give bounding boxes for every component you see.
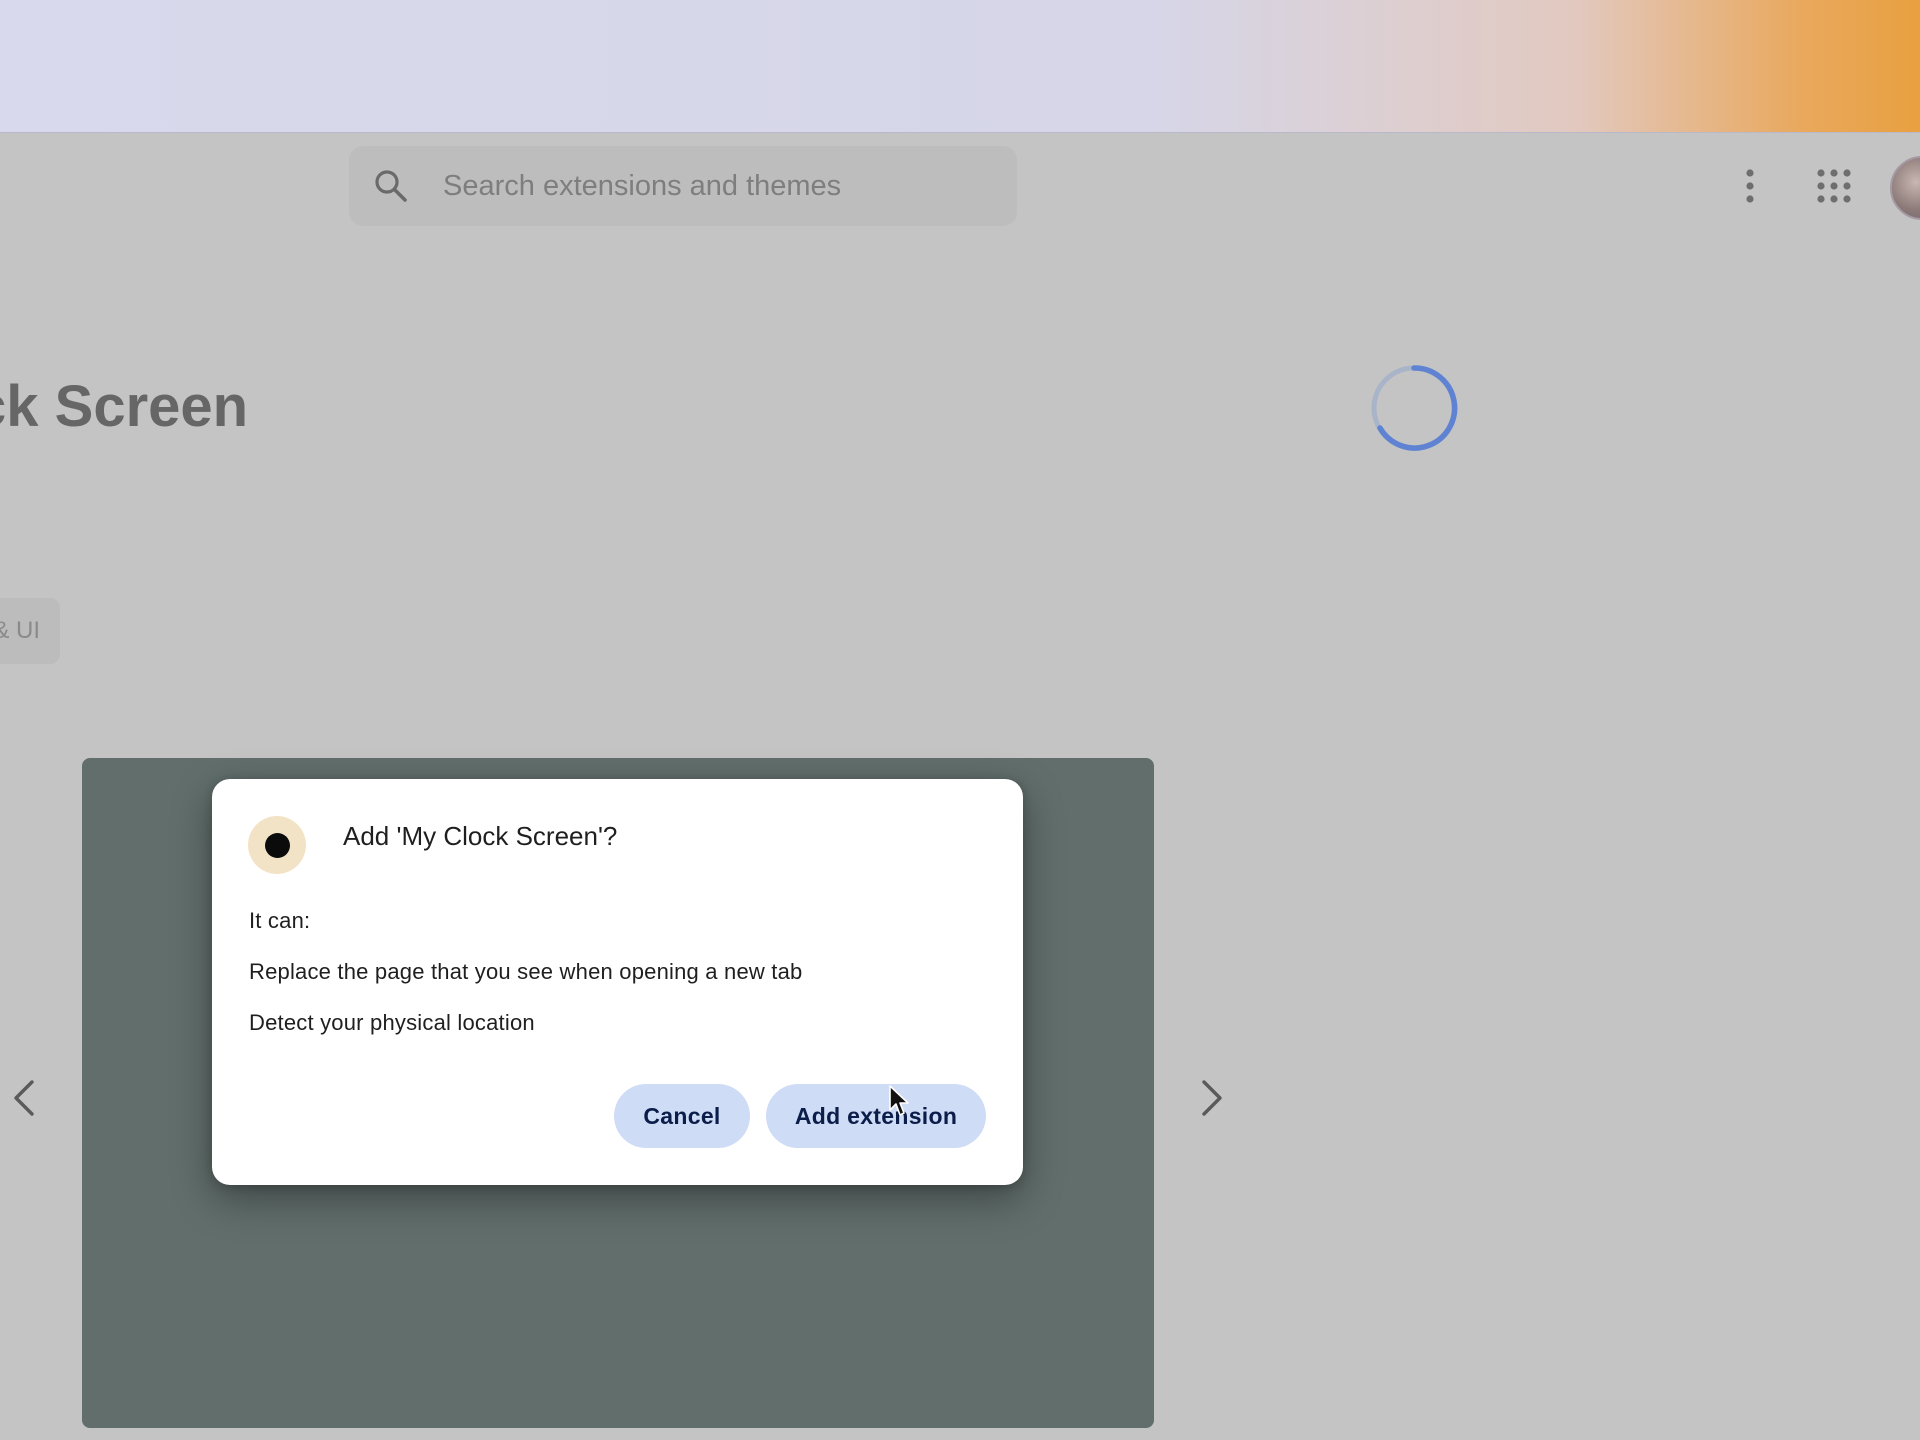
search-box[interactable]: Search extensions and themes	[349, 146, 1017, 226]
extension-logo-dot	[265, 833, 290, 858]
category-chip-label: & UI	[0, 617, 40, 644]
category-chip[interactable]: & UI	[0, 598, 60, 664]
page: Search extensions and themes ck Screen &…	[0, 0, 1920, 1440]
add-extension-dialog: Add 'My Clock Screen'? It can: Replace t…	[212, 779, 1023, 1185]
vertical-dots-icon[interactable]	[1734, 166, 1766, 206]
extension-logo-icon	[248, 816, 306, 874]
permission-item: Replace the page that you see when openi…	[249, 959, 803, 984]
dialog-intro: It can:	[249, 908, 311, 933]
cancel-button[interactable]: Cancel	[614, 1084, 750, 1148]
dialog-title: Add 'My Clock Screen'?	[343, 821, 618, 851]
loading-spinner-icon	[1371, 365, 1458, 451]
browser-chrome-strip	[0, 0, 1920, 133]
avatar[interactable]	[1890, 156, 1920, 220]
search-icon	[375, 170, 407, 202]
add-extension-button[interactable]: Add extension	[766, 1084, 986, 1148]
chevron-left-icon[interactable]	[6, 1076, 42, 1120]
page-title: ck Screen	[0, 374, 249, 439]
permission-item: Detect your physical location	[249, 1010, 535, 1035]
mouse-cursor-icon	[889, 1085, 909, 1116]
search-input[interactable]: Search extensions and themes	[443, 168, 841, 204]
apps-grid-icon[interactable]	[1816, 168, 1852, 204]
chevron-right-icon[interactable]	[1194, 1076, 1230, 1120]
